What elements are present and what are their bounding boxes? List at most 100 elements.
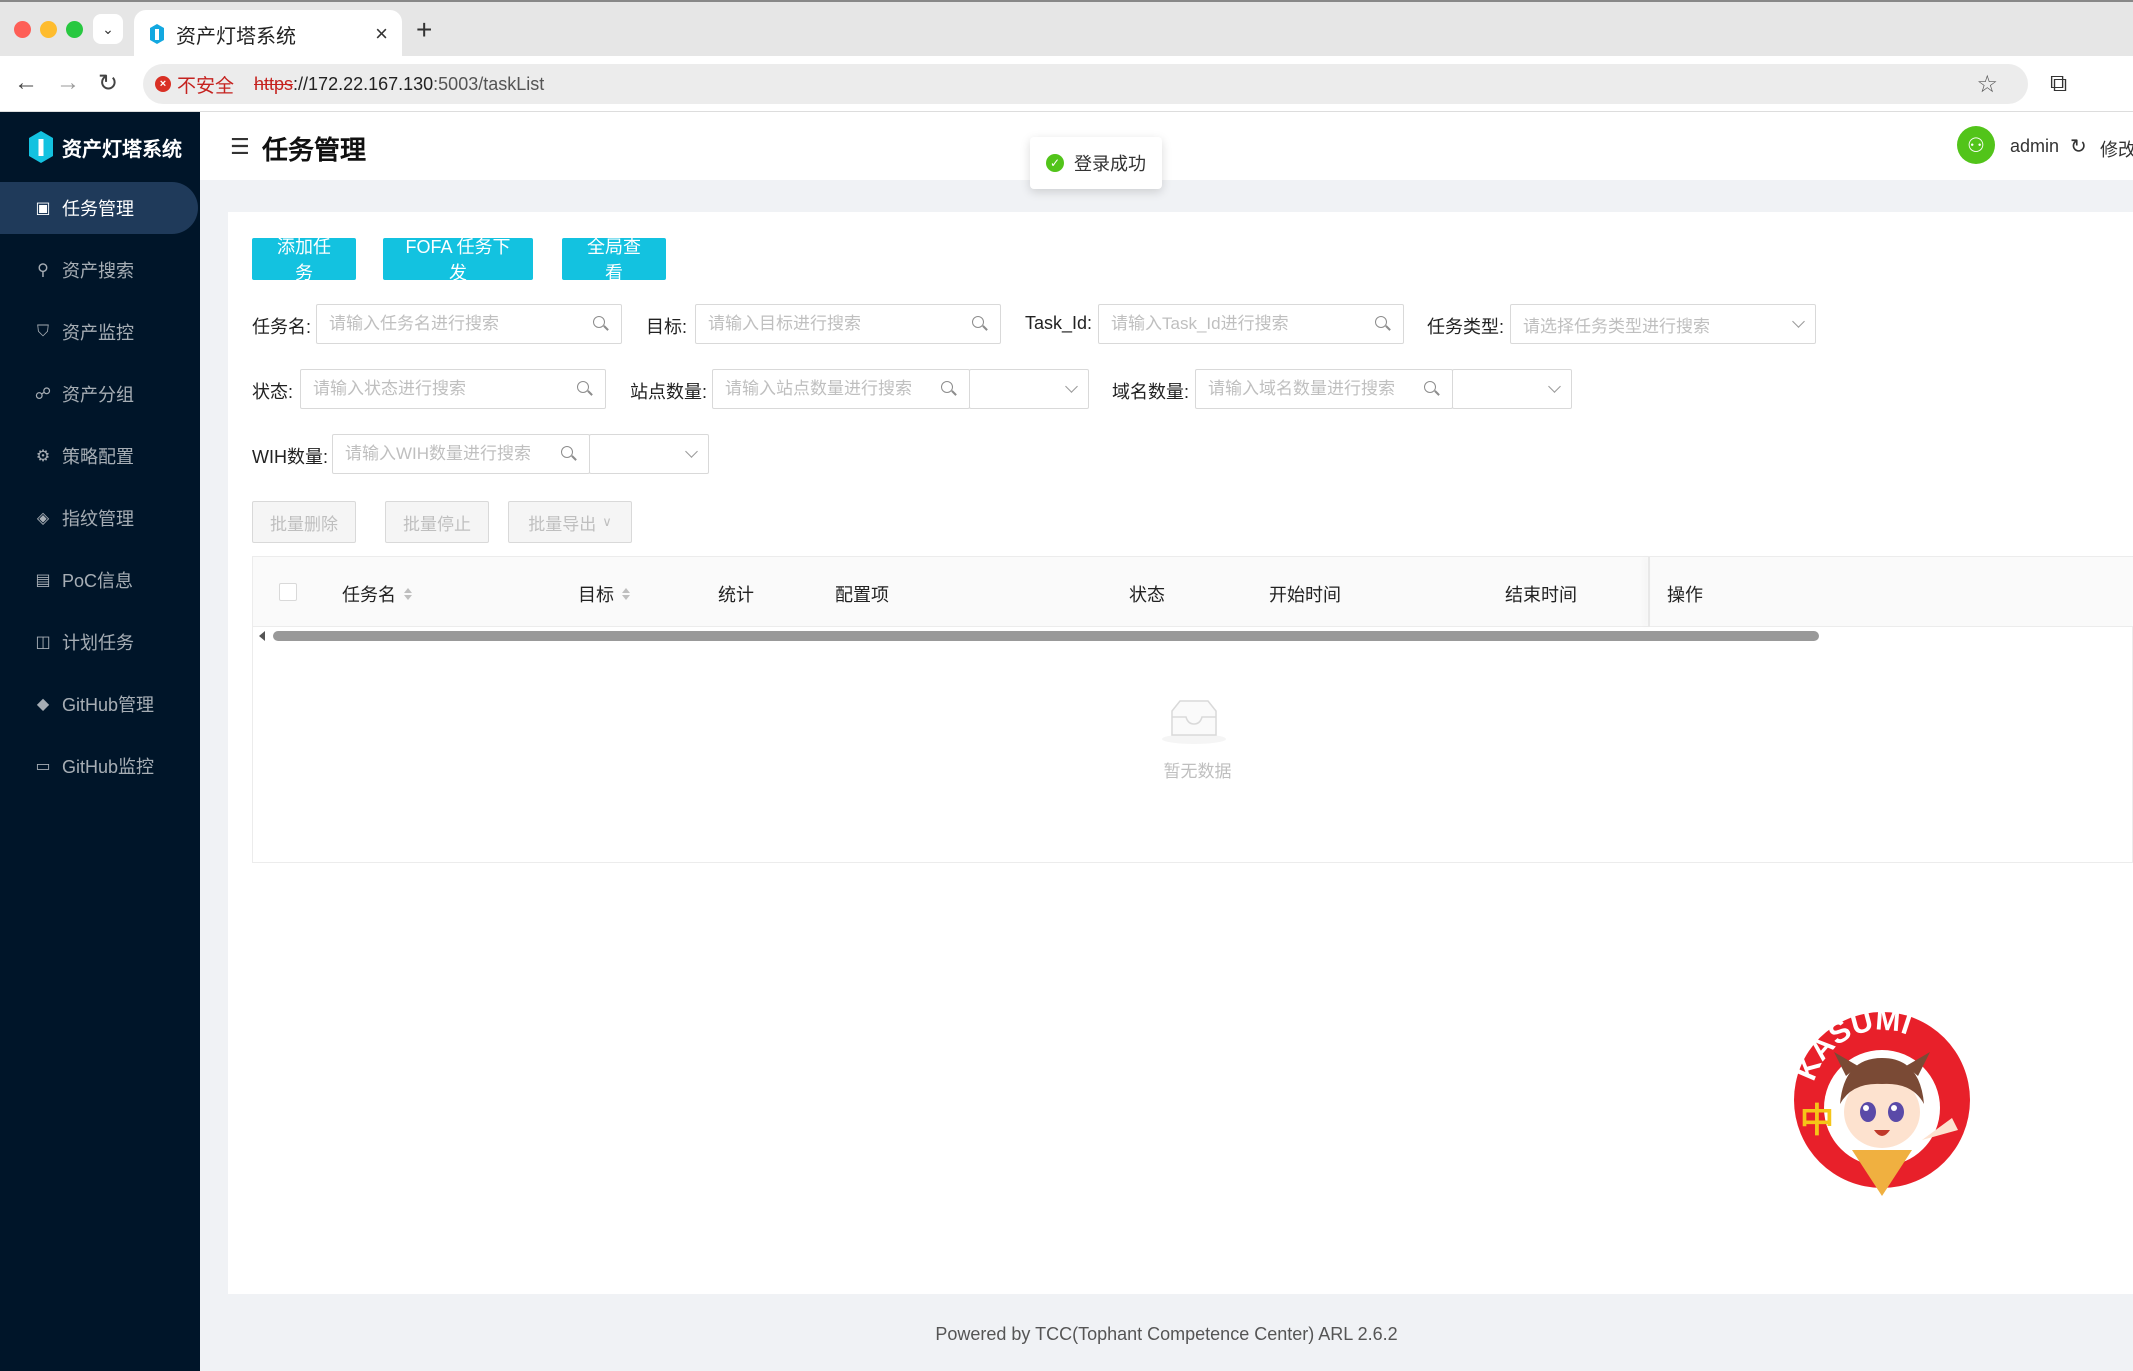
modify-password-link[interactable]: 修改 [2100, 136, 2133, 162]
column-label: 任务名 [342, 585, 396, 605]
search-icon[interactable] [1424, 381, 1440, 397]
domain-count-label: 域名数量: [1112, 382, 1190, 402]
search-icon[interactable] [561, 446, 577, 462]
back-icon[interactable]: ← [14, 69, 38, 97]
fixed-column-divider [1648, 557, 1650, 627]
sidebar-item-github-monitor[interactable]: ▭ GitHub监控 [0, 740, 200, 792]
scroll-left-icon[interactable] [259, 631, 265, 641]
tab-title: 资产灯塔系统 [176, 25, 296, 48]
sort-icon[interactable] [622, 588, 630, 600]
column-header-start-time: 开始时间 [1269, 581, 1341, 607]
search-icon[interactable] [593, 316, 609, 332]
new-tab-button[interactable]: + [416, 14, 432, 46]
target-search[interactable] [695, 304, 1001, 344]
sidebar-item-task-management[interactable]: ▣ 任务管理 [0, 182, 198, 234]
sidebar-item-policy-config[interactable]: ⚙ 策略配置 [0, 430, 200, 482]
select-all-checkbox[interactable] [279, 583, 297, 601]
search-icon[interactable] [941, 381, 957, 397]
sidebar-item-github-manage[interactable]: ◆ GitHub管理 [0, 678, 200, 730]
url-path: :5003/taskList [433, 73, 545, 94]
wih-count-label: WIH数量: [252, 447, 328, 467]
lighthouse-icon [150, 24, 164, 44]
tab-close-icon[interactable]: × [375, 21, 388, 47]
chevron-down-icon [685, 445, 698, 458]
kasumi-sticker[interactable]: KASUMI 中 [1782, 1000, 1982, 1206]
status-search[interactable] [300, 369, 606, 409]
domain-count-operator-select[interactable] [1452, 369, 1572, 409]
task-type-placeholder: 请选择任务类型进行搜索 [1523, 316, 1710, 336]
task-name-label: 任务名: [252, 317, 312, 337]
task-type-select[interactable]: 请选择任务类型进行搜索 [1510, 304, 1816, 344]
sidebar-item-scheduled-task[interactable]: ◫ 计划任务 [0, 616, 200, 668]
browser-tab-bar: ⌄ 资产灯塔系统 × + [0, 0, 2133, 58]
forward-icon[interactable]: → [56, 69, 80, 97]
sidebar-item-asset-monitor[interactable]: ⛉ 资产监控 [0, 306, 200, 358]
search-icon: ⚲ [37, 262, 49, 279]
batch-delete-button[interactable]: 批量删除 [252, 501, 356, 543]
task-id-label: Task_Id: [1025, 313, 1093, 333]
add-task-button[interactable]: 添加任务 [252, 237, 356, 283]
logout-icon[interactable]: ↻ [2070, 134, 2087, 159]
site-count-input[interactable] [725, 379, 941, 399]
bookmark-star-icon[interactable]: ☆ [1976, 70, 1998, 99]
column-label: 目标 [578, 585, 614, 605]
domain-count-input[interactable] [1208, 379, 1424, 399]
lighthouse-logo-icon [29, 131, 53, 163]
site-count-operator-select[interactable] [969, 369, 1089, 409]
browser-tab[interactable]: 资产灯塔系统 × [134, 10, 402, 58]
site-count-search[interactable] [712, 369, 970, 409]
batch-stop-button[interactable]: 批量停止 [385, 501, 489, 543]
column-label: 结束时间 [1505, 585, 1577, 605]
menu-collapse-icon[interactable]: ☰ [230, 134, 250, 160]
fofa-task-button[interactable]: FOFA 任务下发 [383, 237, 533, 283]
task-name-search[interactable] [316, 304, 622, 344]
sidebar-item-label: 资产分组 [62, 385, 134, 405]
wih-count-search[interactable] [332, 434, 590, 474]
sidebar-item-label: GitHub管理 [62, 695, 155, 715]
scrollbar-thumb[interactable] [273, 631, 1819, 641]
task-id-input[interactable] [1111, 314, 1375, 334]
url-field[interactable]: × 不安全 https://172.22.167.130:5003/taskLi… [143, 64, 2028, 104]
status-input[interactable] [313, 379, 577, 399]
batch-export-button[interactable]: 批量导出 ∨ [508, 501, 632, 543]
wih-count-input[interactable] [345, 444, 561, 464]
wih-count-operator-select[interactable] [589, 434, 709, 474]
sidebar-item-fingerprint[interactable]: ◈ 指纹管理 [0, 492, 200, 544]
search-icon[interactable] [1375, 316, 1391, 332]
status-label: 状态: [252, 382, 294, 402]
column-label: 配置项 [835, 585, 889, 605]
global-view-button[interactable]: 全局查看 [562, 237, 666, 283]
maximize-window-button[interactable] [66, 21, 83, 38]
tab-search-button[interactable]: ⌄ [93, 14, 123, 44]
task-name-input[interactable] [329, 314, 593, 334]
sidebar-item-asset-search[interactable]: ⚲ 资产搜索 [0, 244, 200, 296]
search-icon[interactable] [577, 381, 593, 397]
app-name: 资产灯塔系统 [62, 138, 182, 161]
batch-export-label: 批量导出 [528, 514, 597, 534]
avatar[interactable]: ⚇ [1957, 126, 1995, 164]
column-header-target[interactable]: 目标 [578, 581, 630, 607]
close-window-button[interactable] [14, 21, 31, 38]
horizontal-scrollbar[interactable] [253, 627, 2133, 645]
sort-icon[interactable] [404, 588, 412, 600]
column-header-task-name[interactable]: 任务名 [342, 581, 412, 607]
footer: Powered by TCC(Tophant Competence Center… [935, 1324, 1398, 1344]
security-indicator[interactable]: × 不安全 [155, 71, 234, 98]
domain-count-search[interactable] [1195, 369, 1453, 409]
column-header-status: 状态 [1129, 581, 1165, 607]
sidebar-item-poc[interactable]: ▤ PoC信息 [0, 554, 200, 606]
username[interactable]: admin [2010, 136, 2059, 157]
extensions-icon[interactable]: ⧉ [2050, 70, 2067, 98]
page-header: ☰ 任务管理 ⚇ admin ↻ 修改 [200, 112, 2133, 180]
chevron-down-icon [1065, 380, 1078, 393]
search-icon[interactable] [972, 316, 988, 332]
empty-text: 暂无数据 [1163, 762, 1232, 781]
sidebar-item-asset-group[interactable]: ☍ 资产分组 [0, 368, 200, 420]
app-logo[interactable]: 资产灯塔系统 [0, 112, 200, 182]
sidebar-item-label: 资产监控 [62, 323, 134, 343]
target-label: 目标: [646, 317, 688, 337]
task-id-search[interactable] [1098, 304, 1404, 344]
reload-icon[interactable]: ↻ [98, 69, 118, 98]
minimize-window-button[interactable] [40, 21, 57, 38]
target-input[interactable] [708, 314, 972, 334]
